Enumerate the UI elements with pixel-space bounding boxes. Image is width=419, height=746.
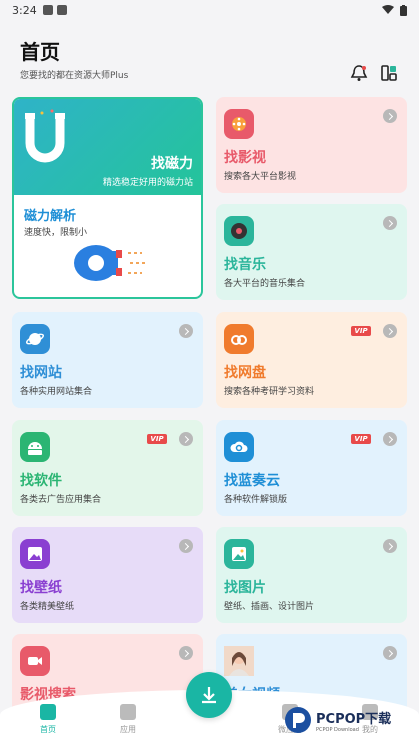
picture-icon bbox=[224, 539, 254, 569]
nav-home-label: 首页 bbox=[40, 725, 56, 734]
download-fab[interactable] bbox=[186, 672, 232, 718]
card-wallpaper[interactable]: 找壁纸 各类精美壁纸 bbox=[12, 527, 203, 623]
card-desc: 各大平台的音乐集合 bbox=[224, 279, 306, 289]
watermark: PCPOP下载 PCPOP Download bbox=[284, 702, 414, 738]
card-title: 找网盘 bbox=[224, 365, 266, 381]
magnet-parse-title: 磁力解析 bbox=[24, 209, 77, 224]
planet-icon bbox=[20, 324, 50, 354]
chevron-right-icon bbox=[383, 216, 397, 230]
card-desc: 壁纸、插画、设计图片 bbox=[224, 602, 315, 612]
chevron-right-icon bbox=[383, 109, 397, 123]
card-music[interactable]: 找音乐各大平台的音乐集合 bbox=[216, 204, 407, 300]
chevron-right-icon bbox=[383, 432, 397, 446]
magnet-title: 找磁力 bbox=[151, 156, 193, 172]
notification-icon-2 bbox=[56, 5, 67, 15]
header: 首页 您要找的都在资源大师Plus bbox=[0, 20, 419, 88]
card-software[interactable]: 找软件各类去广告应用集合 VIP bbox=[12, 420, 203, 516]
card-title: 找音乐 bbox=[224, 257, 266, 273]
card-title: 找蓝奏云 bbox=[224, 473, 280, 489]
chevron-right-icon bbox=[383, 324, 397, 338]
card-desc: 各种软件解锁版 bbox=[224, 495, 288, 505]
cloud-search-icon bbox=[224, 432, 254, 462]
vip-badge: VIP bbox=[351, 434, 371, 444]
home-icon bbox=[40, 704, 56, 720]
layout-switch-icon[interactable] bbox=[380, 64, 398, 82]
vip-badge: VIP bbox=[351, 326, 371, 336]
watermark-sub: PCPOP Download bbox=[316, 726, 359, 733]
magnet-attract-icon bbox=[74, 245, 146, 281]
magnet-u-icon bbox=[25, 109, 65, 163]
bell-icon[interactable] bbox=[350, 64, 368, 82]
download-icon bbox=[202, 687, 216, 704]
magnet-desc: 精选稳定好用的磁力站 bbox=[102, 178, 193, 188]
watermark-brand: PCPOP下载 bbox=[316, 711, 392, 727]
film-icon bbox=[224, 109, 254, 139]
nav-apps-label: 应用 bbox=[120, 725, 136, 734]
chevron-right-icon bbox=[179, 324, 193, 338]
card-desc: 各类精美壁纸 bbox=[20, 602, 75, 612]
card-video[interactable]: 找影视搜索各大平台影视 bbox=[216, 97, 407, 193]
status-bar: 3:24 bbox=[0, 0, 419, 20]
cloud-link-icon bbox=[224, 324, 254, 354]
nav-apps[interactable]: 应用 bbox=[98, 704, 158, 735]
chevron-right-icon bbox=[179, 646, 193, 660]
wifi-icon bbox=[382, 5, 394, 14]
card-desc: 各种实用网站集合 bbox=[20, 387, 93, 397]
card-desc: 搜索各种考研学习资料 bbox=[224, 387, 315, 397]
card-picture[interactable]: 找图片壁纸、插画、设计图片 bbox=[216, 527, 407, 623]
status-time: 3:24 bbox=[12, 3, 37, 17]
vinyl-icon bbox=[224, 216, 254, 246]
pcpop-logo-icon bbox=[285, 707, 311, 733]
card-title: 找图片 bbox=[224, 580, 266, 596]
android-icon bbox=[20, 432, 50, 462]
card-desc: 搜索各大平台影视 bbox=[224, 172, 297, 182]
magnet-parse-desc: 速度快，限制小 bbox=[24, 228, 88, 238]
magnet-feature-card[interactable]: 找磁力 精选稳定好用的磁力站 磁力解析 速度快，限制小 bbox=[12, 97, 203, 299]
card-title: 找影视 bbox=[224, 150, 266, 166]
notification-icon bbox=[42, 5, 53, 15]
chevron-right-icon bbox=[179, 539, 193, 553]
card-title: 找壁纸 bbox=[20, 580, 62, 596]
bag-icon bbox=[120, 704, 136, 720]
card-title: 找网站 bbox=[20, 365, 62, 381]
wallpaper-icon bbox=[20, 539, 50, 569]
nav-home[interactable]: 首页 bbox=[18, 704, 78, 735]
card-bluesound[interactable]: 找蓝奏云各种软件解锁版 VIP bbox=[216, 420, 407, 516]
card-website[interactable]: 找网站各种实用网站集合 bbox=[12, 312, 203, 408]
avatar-icon bbox=[224, 646, 254, 676]
chevron-right-icon bbox=[179, 432, 193, 446]
chevron-right-icon bbox=[383, 646, 397, 660]
video-camera-icon bbox=[20, 646, 50, 676]
page-title: 首页 bbox=[20, 40, 60, 64]
card-title: 找软件 bbox=[20, 473, 62, 489]
vip-badge: VIP bbox=[147, 434, 167, 444]
card-netdisk[interactable]: 找网盘搜索各种考研学习资料 VIP bbox=[216, 312, 407, 408]
chevron-right-icon bbox=[383, 539, 397, 553]
card-desc: 各类去广告应用集合 bbox=[20, 495, 102, 505]
magnet-card-top: 找磁力 精选稳定好用的磁力站 bbox=[14, 99, 201, 195]
page-subtitle: 您要找的都在资源大师Plus bbox=[20, 71, 129, 81]
battery-icon bbox=[400, 4, 407, 16]
